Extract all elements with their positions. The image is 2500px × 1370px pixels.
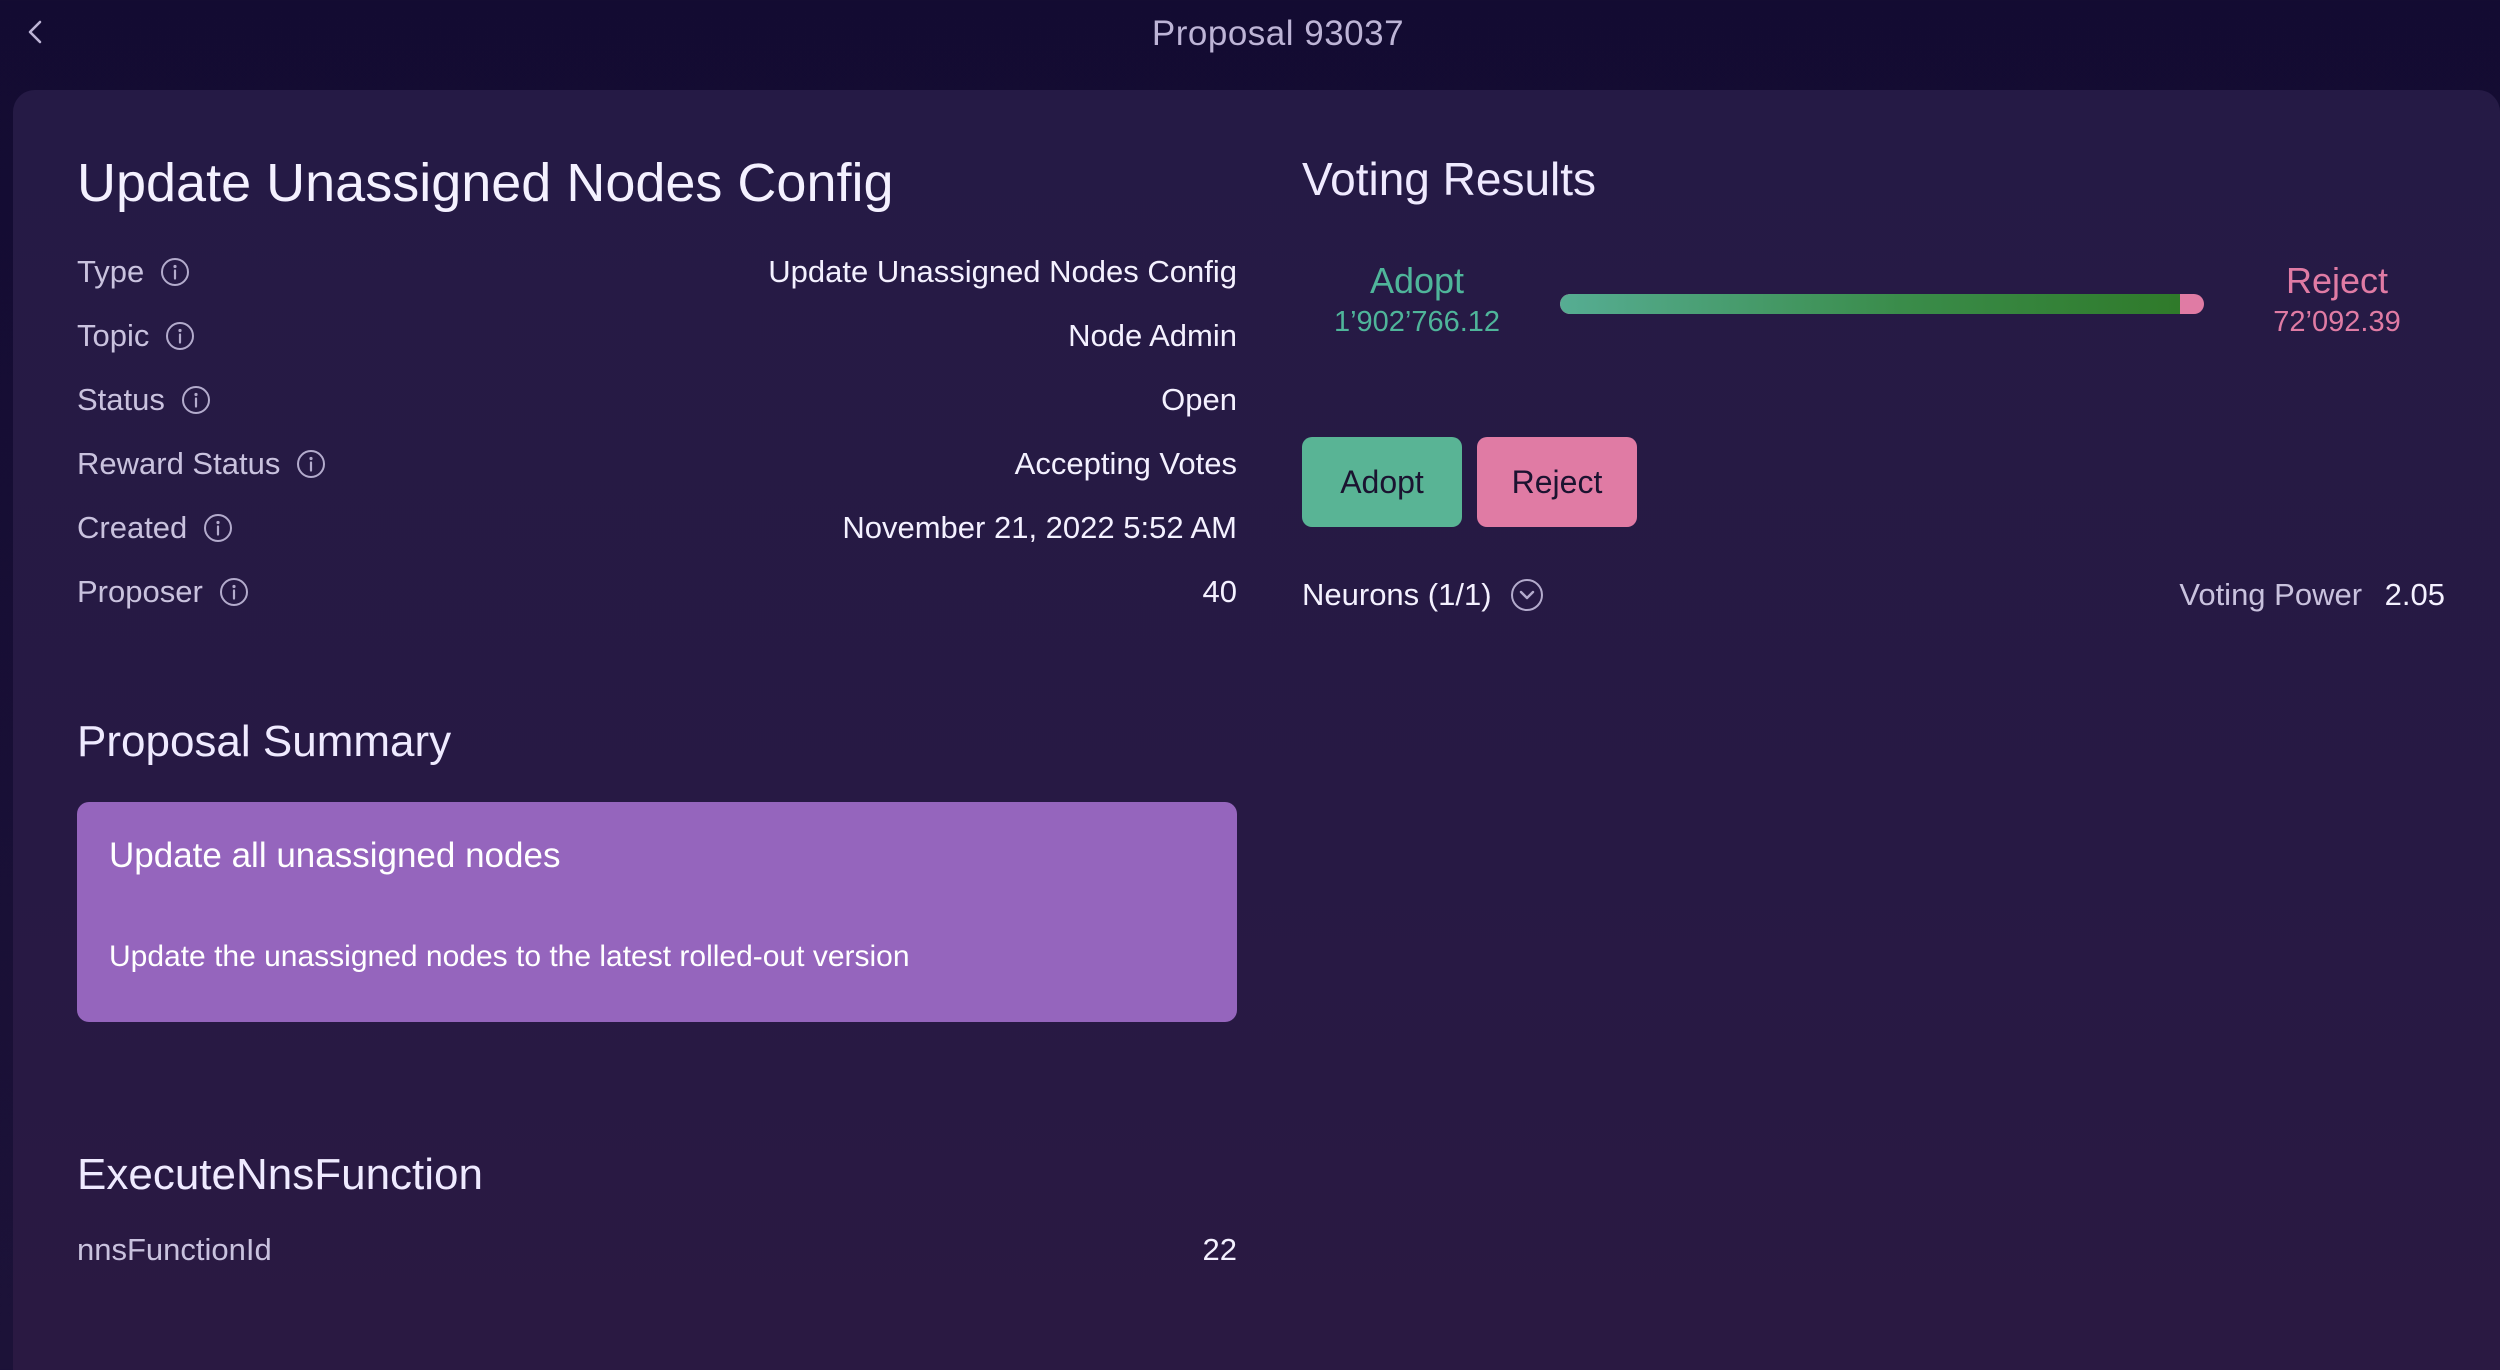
proposal-title: Update Unassigned Nodes Config [77, 153, 894, 213]
top-bar: Proposal 93037 [0, 0, 2500, 68]
info-label-created: Created [77, 510, 188, 545]
info-value-type: Update Unassigned Nodes Config [768, 254, 1237, 289]
proposal-info-list: Type Update Unassigned Nodes Config Topi… [77, 240, 1237, 624]
reject-tally-label: Reject [2285, 260, 2389, 301]
reject-tally: Reject 72’092.39 [2242, 260, 2432, 339]
info-circle-icon[interactable] [219, 577, 249, 607]
info-value-status: Open [1161, 382, 1237, 417]
chevron-down-circle-icon[interactable] [1510, 578, 1544, 612]
voting-power: Voting Power 2.05 [2179, 577, 2445, 613]
neurons-toggle[interactable]: Neurons (1/1) [1302, 577, 1544, 613]
adopt-button[interactable]: Adopt [1302, 437, 1462, 527]
info-label-topic: Topic [77, 318, 150, 353]
summary-heading: Update all unassigned nodes [109, 836, 561, 875]
proposal-summary-card: Update all unassigned nodes Update the u… [77, 802, 1237, 1022]
page-title: Proposal 93037 [1151, 14, 1405, 53]
voting-progress-bar [1560, 294, 2204, 314]
info-label-proposer: Proposer [77, 574, 203, 609]
info-value-created: November 21, 2022 5:52 AM [842, 510, 1237, 545]
voting-results-title: Voting Results [1302, 153, 1597, 205]
voting-power-label: Voting Power [2179, 577, 2363, 612]
execute-function-title: ExecuteNnsFunction [77, 1150, 483, 1199]
proposal-summary-title: Proposal Summary [77, 717, 452, 766]
reject-tally-value: 72’092.39 [2273, 306, 2401, 338]
info-circle-icon[interactable] [160, 257, 190, 287]
info-value-reward-status: Accepting Votes [1014, 446, 1237, 481]
info-label-type: Type [77, 254, 145, 289]
voting-progress-adopt-fill [1560, 294, 2181, 314]
info-row-reward-status: Reward Status Accepting Votes [77, 432, 1237, 496]
info-circle-icon[interactable] [296, 449, 326, 479]
summary-body: Update the unassigned nodes to the lates… [109, 940, 910, 973]
info-circle-icon[interactable] [181, 385, 211, 415]
adopt-tally: Adopt 1’902’766.12 [1327, 260, 1507, 339]
reject-button[interactable]: Reject [1477, 437, 1637, 527]
info-label-reward-status: Reward Status [77, 446, 281, 481]
info-value-proposer[interactable]: 40 [1203, 574, 1237, 610]
info-label-status: Status [77, 382, 165, 417]
voting-power-value: 2.05 [2384, 577, 2445, 612]
info-row-status: Status Open [77, 368, 1237, 432]
nns-function-id-label: nnsFunctionId [77, 1232, 272, 1267]
info-row-created: Created November 21, 2022 5:52 AM [77, 496, 1237, 560]
info-row-topic: Topic Node Admin [77, 304, 1237, 368]
nns-function-id-value: 22 [1202, 1232, 1237, 1267]
neurons-label: Neurons (1/1) [1302, 577, 1492, 612]
info-row-type: Type Update Unassigned Nodes Config [77, 240, 1237, 304]
info-value-topic: Node Admin [1068, 318, 1237, 353]
adopt-tally-label: Adopt [1369, 260, 1465, 301]
adopt-tally-value: 1’902’766.12 [1333, 306, 1501, 338]
info-circle-icon[interactable] [203, 513, 233, 543]
info-circle-icon[interactable] [165, 321, 195, 351]
info-row-proposer: Proposer 40 [77, 560, 1237, 624]
